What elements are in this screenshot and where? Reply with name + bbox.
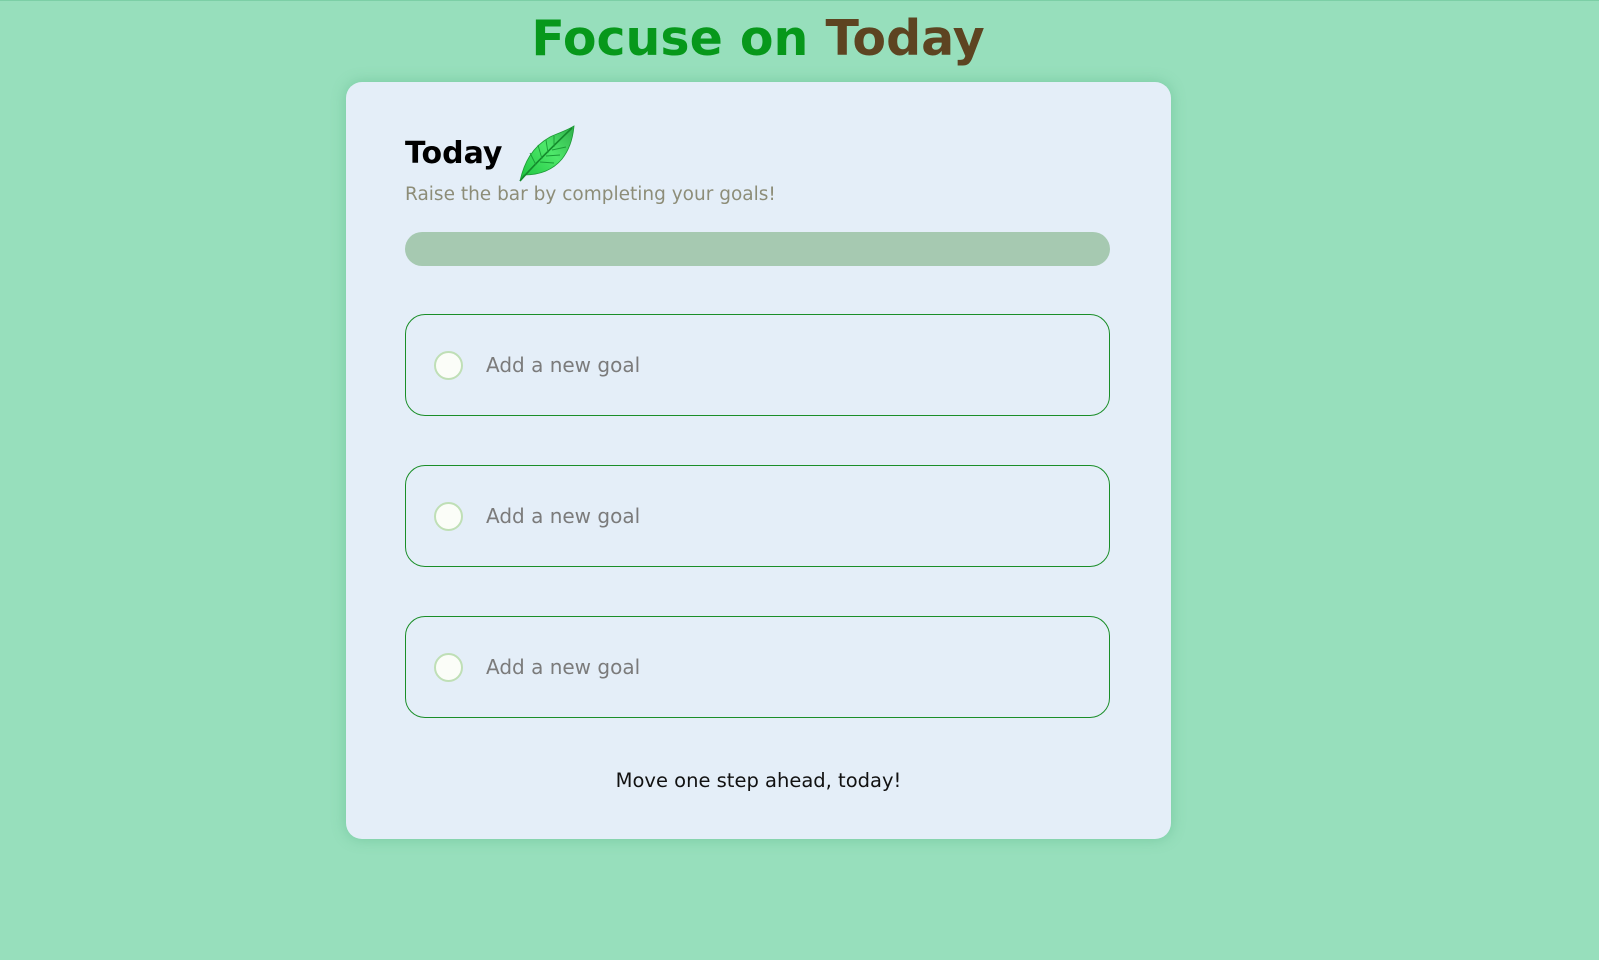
goal-item-1 [405, 314, 1110, 416]
app-title-part2: Today [825, 10, 985, 67]
card-subtitle: Raise the bar by completing your goals! [405, 184, 776, 205]
goal-input-3[interactable] [486, 639, 1066, 695]
goals-card: Today Raise the bar by completing your g… [346, 82, 1171, 839]
app-title-part1: Focuse on [531, 10, 809, 67]
card-header: Today [405, 124, 576, 184]
card-title: Today [405, 136, 503, 171]
goal-input-2[interactable] [486, 488, 1066, 544]
top-border-line [0, 0, 1599, 1]
progress-bar [405, 232, 1110, 266]
goal-checkbox-1[interactable] [434, 351, 463, 380]
goal-item-3 [405, 616, 1110, 718]
goal-checkbox-2[interactable] [434, 502, 463, 531]
motivational-quote: Move one step ahead, today! [615, 769, 902, 792]
app-title: Focuse on Today [0, 4, 1516, 74]
goal-checkbox-3[interactable] [434, 653, 463, 682]
goal-item-2 [405, 465, 1110, 567]
leaf-icon [514, 123, 576, 185]
goal-input-1[interactable] [486, 337, 1066, 393]
